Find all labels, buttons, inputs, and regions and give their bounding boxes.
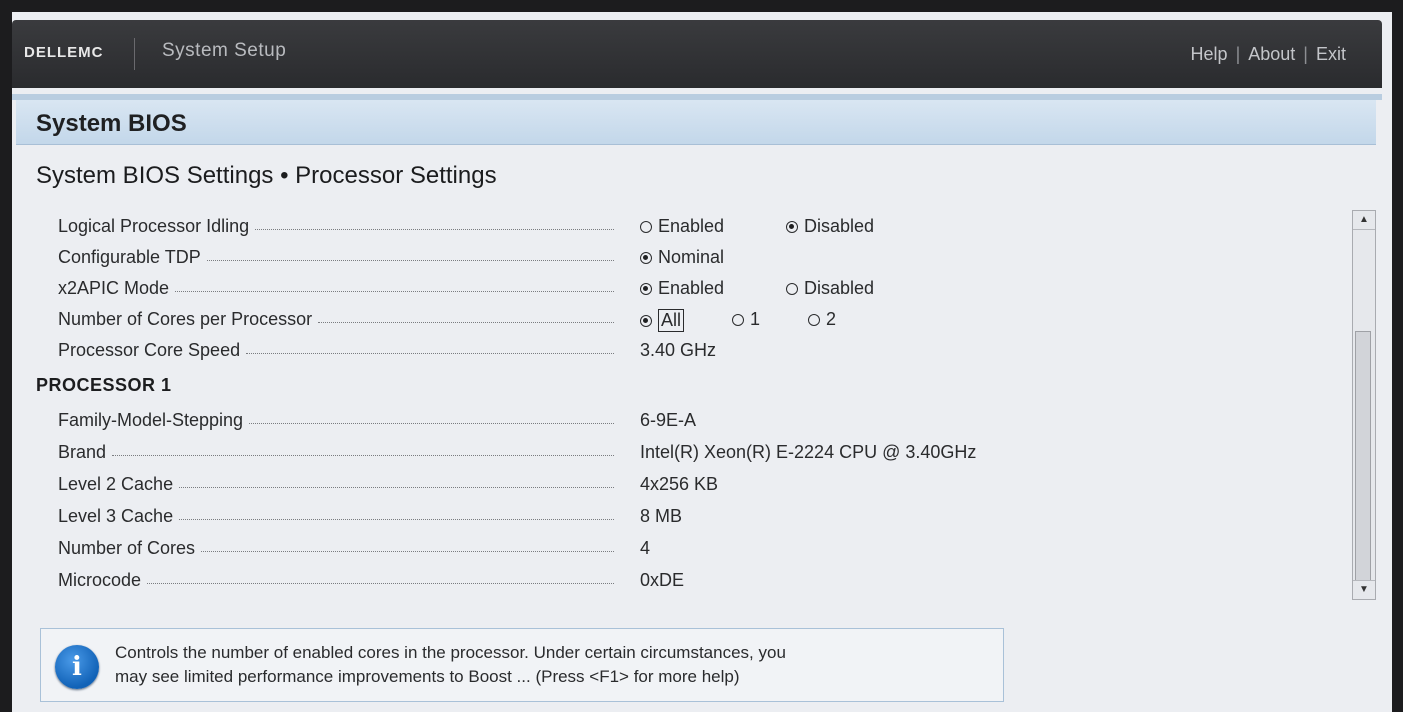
page-subtitle: System BIOS Settings • Processor Setting… xyxy=(36,162,497,189)
scroll-up-arrow-icon[interactable]: ▲ xyxy=(1353,211,1375,230)
header-divider xyxy=(134,38,135,70)
radio-option-all[interactable]: All xyxy=(640,309,685,332)
setting-cores-per-processor: Number of Cores per Processor All 1 2 xyxy=(22,306,1342,334)
focused-option-label: All xyxy=(658,309,685,332)
setting-brand: Brand Intel(R) Xeon(R) E-2224 CPU @ 3.40… xyxy=(22,439,1342,467)
setting-family-model-stepping: Family-Model-Stepping 6-9E-A xyxy=(22,407,1342,435)
scroll-down-arrow-icon[interactable]: ▼ xyxy=(1353,580,1375,599)
leader-dots xyxy=(179,487,614,488)
radio-on-icon xyxy=(786,220,798,233)
leader-dots xyxy=(246,353,614,354)
setting-label: Processor Core Speed xyxy=(58,340,614,361)
setting-label: x2APIC Mode xyxy=(58,278,614,299)
top-header: DELLEMC System Setup Help | About | Exit xyxy=(12,20,1382,88)
settings-list: Logical Processor Idling Enabled Disable… xyxy=(22,207,1352,597)
setting-value: Intel(R) Xeon(R) E-2224 CPU @ 3.40GHz xyxy=(640,442,977,462)
leader-dots xyxy=(206,260,614,261)
leader-dots xyxy=(147,583,614,584)
setting-x2apic-mode: x2APIC Mode Enabled Disabled xyxy=(22,275,1342,303)
radio-option-disabled[interactable]: Disabled xyxy=(786,278,874,299)
setting-level-2-cache: Level 2 Cache 4x256 KB xyxy=(22,471,1342,499)
help-line-1: Controls the number of enabled cores in … xyxy=(115,643,786,662)
setting-value: 6-9E-A xyxy=(640,410,697,430)
radio-on-icon xyxy=(640,314,652,327)
setting-processor-core-speed: Processor Core Speed 3.40 GHz xyxy=(22,337,1342,365)
radio-on-icon xyxy=(640,282,652,295)
exit-link[interactable]: Exit xyxy=(1316,44,1346,64)
setting-label: Level 3 Cache xyxy=(58,506,614,527)
radio-off-icon xyxy=(786,282,798,295)
setting-label: Brand xyxy=(58,442,614,463)
radio-option-enabled[interactable]: Enabled xyxy=(640,216,724,237)
app-title: System Setup xyxy=(162,40,287,61)
setting-label: Family-Model-Stepping xyxy=(58,410,614,431)
radio-option-disabled[interactable]: Disabled xyxy=(786,216,874,237)
section-band: System BIOS xyxy=(16,100,1376,145)
radio-on-icon xyxy=(640,251,652,264)
setting-logical-processor-idling: Logical Processor Idling Enabled Disable… xyxy=(22,213,1342,241)
setting-label: Configurable TDP xyxy=(58,247,614,268)
setting-label: Logical Processor Idling xyxy=(58,216,614,237)
help-link[interactable]: Help xyxy=(1191,44,1228,64)
setting-number-of-cores: Number of Cores 4 xyxy=(22,535,1342,563)
radio-option-enabled[interactable]: Enabled xyxy=(640,278,724,299)
setting-label: Level 2 Cache xyxy=(58,474,614,495)
info-icon: i xyxy=(55,645,99,689)
setting-value: 0xDE xyxy=(640,570,685,590)
setting-label: Microcode xyxy=(58,570,614,591)
setting-level-3-cache: Level 3 Cache 8 MB xyxy=(22,503,1342,531)
setting-configurable-tdp: Configurable TDP Nominal xyxy=(22,244,1342,272)
radio-option-1[interactable]: 1 xyxy=(732,309,760,330)
help-text: Controls the number of enabled cores in … xyxy=(115,641,995,689)
radio-off-icon xyxy=(808,313,820,326)
scroll-thumb[interactable] xyxy=(1355,331,1371,581)
setting-value: 3.40 GHz xyxy=(640,340,717,360)
radio-off-icon xyxy=(640,220,652,233)
radio-off-icon xyxy=(732,313,744,326)
setting-value: 4x256 KB xyxy=(640,474,719,494)
leader-dots xyxy=(249,423,614,424)
help-line-2: may see limited performance improvements… xyxy=(115,667,740,686)
processor-1-heading: PROCESSOR 1 xyxy=(36,375,172,395)
leader-dots xyxy=(255,229,614,230)
leader-dots xyxy=(112,455,614,456)
leader-dots xyxy=(318,322,614,323)
header-links: Help | About | Exit xyxy=(1191,44,1346,65)
link-separator: | xyxy=(1303,44,1308,64)
vertical-scrollbar[interactable]: ▲ ▼ xyxy=(1352,210,1376,600)
setting-value: 8 MB xyxy=(640,506,683,526)
setting-label: Number of Cores per Processor xyxy=(58,309,614,330)
help-panel: i Controls the number of enabled cores i… xyxy=(40,628,1004,702)
radio-option-nominal[interactable]: Nominal xyxy=(640,247,724,268)
setting-label: Number of Cores xyxy=(58,538,614,559)
section-title: System BIOS xyxy=(36,110,187,137)
about-link[interactable]: About xyxy=(1248,44,1295,64)
leader-dots xyxy=(179,519,614,520)
dell-emc-logo: DELLEMC xyxy=(24,44,104,61)
leader-dots xyxy=(175,291,614,292)
link-separator: | xyxy=(1235,44,1241,64)
leader-dots xyxy=(201,551,614,552)
radio-option-2[interactable]: 2 xyxy=(808,309,836,330)
setting-microcode: Microcode 0xDE xyxy=(22,567,1342,595)
setting-value: 4 xyxy=(640,538,651,558)
bios-screen: DELLEMC System Setup Help | About | Exit Sys… xyxy=(12,12,1392,712)
